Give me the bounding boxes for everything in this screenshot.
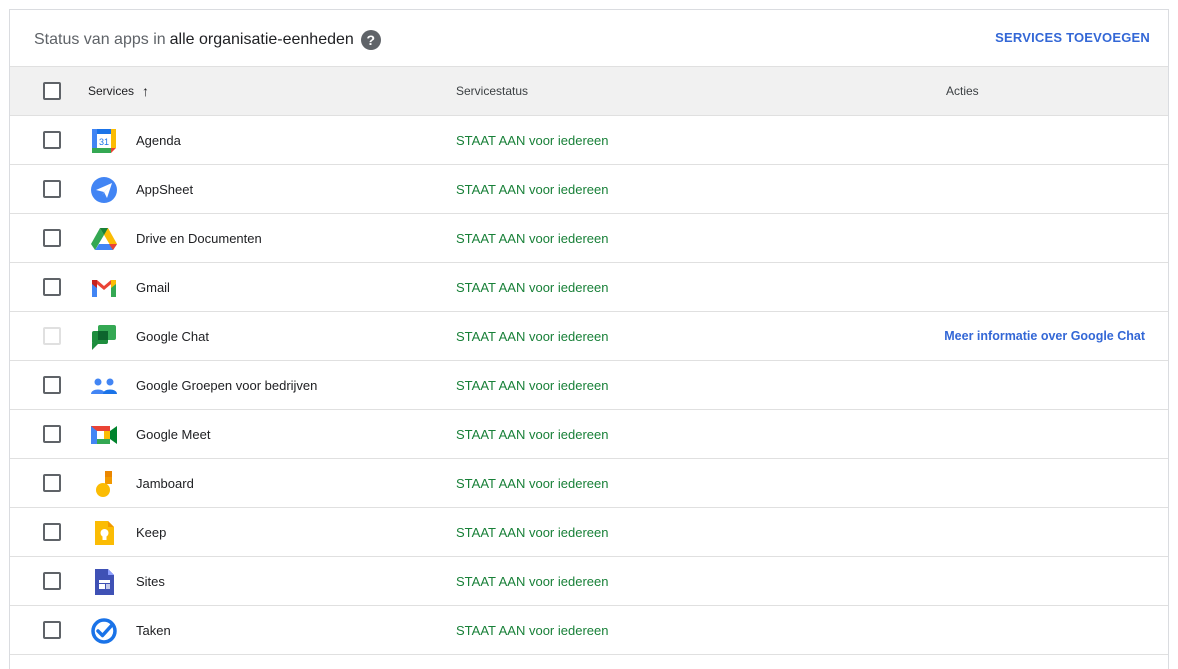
service-name[interactable]: Gmail	[136, 280, 170, 295]
page-title: Status van apps in alle organisatie-eenh…	[34, 30, 381, 50]
sort-ascending-icon[interactable]: ↑	[142, 84, 149, 98]
service-status: STAAT AAN voor iedereen	[456, 329, 609, 344]
service-status: STAAT AAN voor iedereen	[456, 280, 609, 295]
gmail-icon	[90, 274, 118, 302]
service-name[interactable]: Sites	[136, 574, 165, 589]
table-row[interactable]: Jamboard STAAT AAN voor iedereen	[10, 459, 1168, 508]
table-row[interactable]: Drive en Documenten STAAT AAN voor ieder…	[10, 214, 1168, 263]
row-checkbox[interactable]	[43, 376, 61, 394]
calendar-icon: 31	[90, 127, 118, 155]
table-row[interactable]: Google Meet STAAT AAN voor iedereen	[10, 410, 1168, 459]
row-checkbox[interactable]	[43, 572, 61, 590]
table-row[interactable]: Google Groepen voor bedrijven STAAT AAN …	[10, 361, 1168, 410]
column-header-status: Servicestatus	[456, 84, 529, 98]
service-name[interactable]: Jamboard	[136, 476, 194, 491]
title-prefix: Status van apps in	[34, 31, 166, 48]
table-row[interactable]: Keep STAAT AAN voor iedereen	[10, 508, 1168, 557]
select-all-checkbox[interactable]	[43, 82, 61, 100]
service-status: STAAT AAN voor iedereen	[456, 525, 609, 540]
table-row[interactable]: AppSheet STAAT AAN voor iedereen	[10, 165, 1168, 214]
table-row[interactable]: 31 Agenda STAAT AAN voor iedereen	[10, 116, 1168, 165]
table-header: Services ↑ Servicestatus Acties	[10, 67, 1168, 116]
service-name[interactable]: Taken	[136, 623, 171, 638]
service-status: STAAT AAN voor iedereen	[456, 623, 609, 638]
service-name[interactable]: Keep	[136, 525, 166, 540]
column-header-services[interactable]: Services ↑	[88, 84, 149, 98]
row-checkbox[interactable]	[43, 180, 61, 198]
table-row[interactable]: Taken STAAT AAN voor iedereen	[10, 606, 1168, 655]
row-checkbox-disabled	[43, 327, 61, 345]
service-status: STAAT AAN voor iedereen	[456, 427, 609, 442]
column-header-actions: Acties	[946, 84, 979, 98]
meet-icon	[90, 421, 118, 449]
service-status: STAAT AAN voor iedereen	[456, 476, 609, 491]
sites-icon	[90, 568, 118, 596]
chat-icon	[90, 323, 118, 351]
learn-more-chat-link[interactable]: Meer informatie over Google Chat	[944, 329, 1145, 343]
service-status: STAAT AAN voor iedereen	[456, 133, 609, 148]
service-name[interactable]: Google Meet	[136, 427, 210, 442]
service-name[interactable]: Google Groepen voor bedrijven	[136, 378, 317, 393]
card-header: Status van apps in alle organisatie-eenh…	[10, 10, 1168, 67]
service-status: STAAT AAN voor iedereen	[456, 231, 609, 246]
row-checkbox[interactable]	[43, 131, 61, 149]
appsheet-icon	[90, 176, 118, 204]
row-checkbox[interactable]	[43, 425, 61, 443]
groups-icon	[90, 372, 118, 400]
drive-icon	[90, 225, 118, 253]
row-checkbox[interactable]	[43, 229, 61, 247]
service-name[interactable]: Drive en Documenten	[136, 231, 262, 246]
table-row[interactable]: Google Chat STAAT AAN voor iedereen Meer…	[10, 312, 1168, 361]
service-name[interactable]: AppSheet	[136, 182, 193, 197]
title-org-unit: alle organisatie-eenheden	[169, 31, 354, 48]
service-name[interactable]: Google Chat	[136, 329, 209, 344]
service-status: STAAT AAN voor iedereen	[456, 182, 609, 197]
service-status: STAAT AAN voor iedereen	[456, 378, 609, 393]
keep-icon	[90, 519, 118, 547]
service-status: STAAT AAN voor iedereen	[456, 574, 609, 589]
help-icon[interactable]: ?	[360, 30, 381, 50]
service-name[interactable]: Agenda	[136, 133, 181, 148]
tasks-icon	[90, 617, 118, 645]
add-services-button[interactable]: SERVICES TOEVOEGEN	[995, 30, 1150, 45]
row-checkbox[interactable]	[43, 474, 61, 492]
svg-text:31: 31	[99, 137, 109, 147]
table-row[interactable]: Sites STAAT AAN voor iedereen	[10, 557, 1168, 606]
table-row[interactable]: Gmail STAAT AAN voor iedereen	[10, 263, 1168, 312]
jamboard-icon	[90, 470, 118, 498]
apps-status-card: Status van apps in alle organisatie-eenh…	[9, 9, 1169, 669]
row-checkbox[interactable]	[43, 621, 61, 639]
row-checkbox[interactable]	[43, 523, 61, 541]
row-checkbox[interactable]	[43, 278, 61, 296]
column-services-label: Services	[88, 84, 135, 98]
